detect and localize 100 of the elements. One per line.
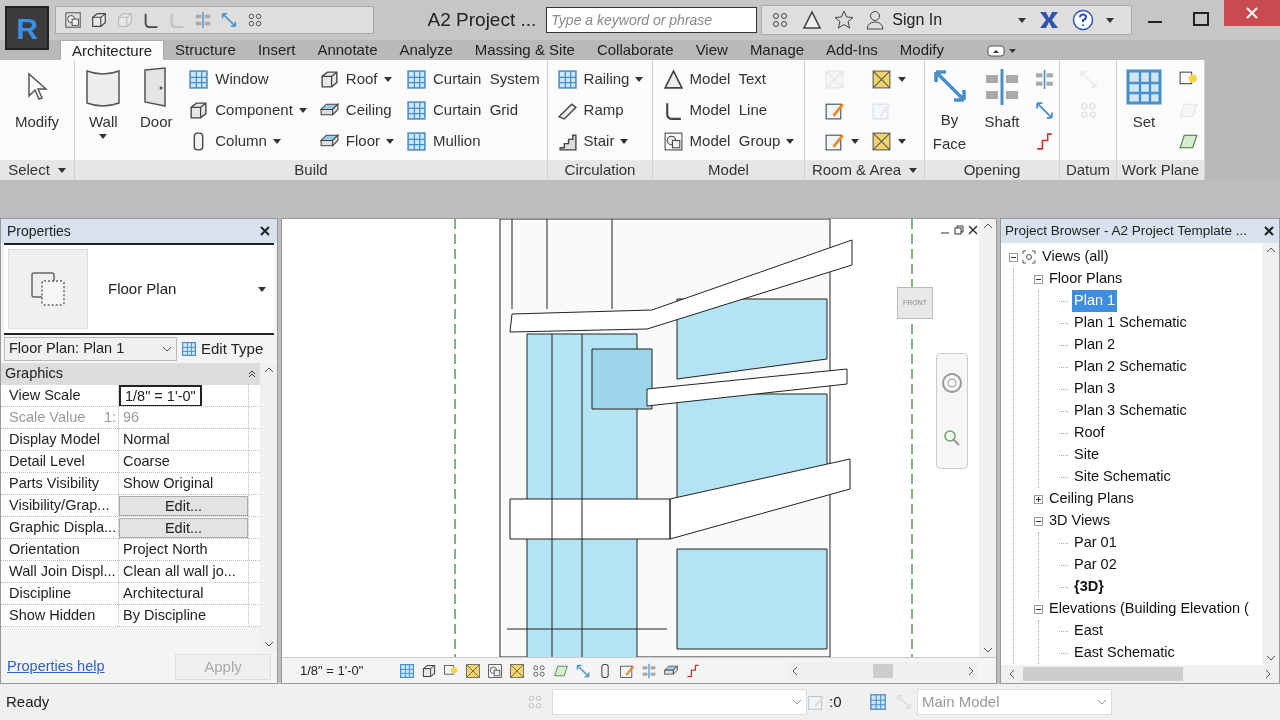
ribbon-tab[interactable]: Manage: [738, 40, 816, 60]
ribbon-tool[interactable]: Curtain Grid: [402, 95, 544, 126]
panel-title[interactable]: Select: [0, 160, 74, 180]
expand-icon[interactable]: [1034, 494, 1043, 504]
scroll-down-icon[interactable]: [1265, 655, 1276, 661]
ribbon-tool[interactable]: Curtain System: [402, 64, 544, 95]
ribbon-tab[interactable]: Add-Ins: [815, 40, 889, 60]
tree-item[interactable]: East: [1072, 620, 1105, 642]
close-icon[interactable]: [259, 225, 271, 237]
panel-title[interactable]: Datum: [1060, 160, 1116, 180]
scrollbar[interactable]: [1001, 665, 1279, 683]
panel-title[interactable]: Model: [653, 160, 804, 180]
scroll-up-icon[interactable]: [982, 223, 993, 229]
edit-type-button[interactable]: Edit Type: [181, 337, 264, 361]
ribbon-tool[interactable]: Floor: [314, 126, 398, 157]
tree-item[interactable]: Plan 1 Schematic: [1072, 312, 1189, 334]
scroll-left-icon[interactable]: [1009, 669, 1015, 679]
tree-item[interactable]: Par 01: [1072, 532, 1119, 554]
ribbon-tool[interactable]: Roof: [314, 64, 398, 95]
ribbon-tab[interactable]: Modify: [888, 40, 955, 60]
scroll-right-icon[interactable]: [968, 665, 974, 676]
tree-item[interactable]: Ceiling Plans: [1047, 488, 1136, 510]
search-field[interactable]: Type a keyword or phrase: [546, 7, 758, 33]
line-icon: [168, 11, 186, 29]
ribbon-tool[interactable]: Model Text: [658, 64, 799, 95]
collapse-icon[interactable]: [1034, 274, 1043, 284]
scrollbar[interactable]: [979, 219, 996, 657]
scrollbar[interactable]: [260, 363, 277, 651]
ribbon-tool[interactable]: Door: [132, 60, 181, 156]
ribbon-tab[interactable]: Collaborate: [585, 40, 685, 60]
ribbon-tool[interactable]: Model Line: [658, 95, 799, 126]
scrollbar[interactable]: [1262, 243, 1279, 665]
scroll-down-icon[interactable]: [263, 641, 274, 647]
ribbon-tab[interactable]: Architecture: [60, 40, 165, 60]
star-icon[interactable]: [834, 10, 855, 30]
panel-title[interactable]: Build: [75, 160, 547, 180]
help-link[interactable]: Properties help: [7, 656, 105, 678]
ribbon-tool[interactable]: Railing: [552, 64, 648, 95]
ribbon-tool[interactable]: Ceiling: [314, 95, 398, 126]
instance-dropdown[interactable]: Floor Plan: Plan 1: [4, 337, 177, 361]
ribbon-tool[interactable]: Ramp: [552, 95, 648, 126]
tree-item[interactable]: Par 02: [1072, 554, 1119, 576]
restore-icon[interactable]: [954, 225, 964, 235]
collapse-icon[interactable]: [1034, 516, 1043, 526]
ribbon-tool[interactable]: Stair: [552, 126, 648, 157]
tree-item[interactable]: Plan 2: [1072, 334, 1118, 356]
scroll-left-icon[interactable]: [792, 665, 798, 676]
exchange-icon[interactable]: [1038, 10, 1061, 30]
caret-icon: [99, 134, 108, 139]
tree-item[interactable]: Plan 3: [1072, 378, 1118, 400]
tree-item[interactable]: {3D}: [1072, 576, 1106, 598]
tree-item[interactable]: Plan 3 Schematic: [1072, 400, 1189, 422]
ribbon-tab[interactable]: Massing & Site: [463, 40, 586, 60]
panel-title[interactable]: Work Plane: [1117, 160, 1204, 180]
edit-button[interactable]: Edit...: [119, 517, 248, 538]
scroll-thumb[interactable]: [873, 663, 893, 678]
panel-title[interactable]: Circulation: [548, 160, 652, 180]
scroll-up-icon[interactable]: [1265, 247, 1276, 253]
collapse-icon[interactable]: [1034, 604, 1043, 614]
tree-item[interactable]: Site Schematic: [1072, 466, 1173, 488]
scrollbar[interactable]: [788, 661, 978, 680]
ribbon-tab[interactable]: View: [684, 40, 739, 60]
ribbon-tool[interactable]: Mullion: [402, 126, 544, 157]
tree-item[interactable]: Roof: [1072, 422, 1107, 444]
ribbon-tab[interactable]: Structure: [164, 40, 247, 60]
ribbon-tool[interactable]: Window: [184, 64, 311, 95]
tree-item[interactable]: 3D Views: [1047, 510, 1112, 532]
property-name: Graphic Displa...: [9, 517, 117, 537]
collapse-icon[interactable]: [1009, 252, 1018, 262]
edit-button[interactable]: Edit...: [119, 495, 248, 516]
ribbon-tool[interactable]: Component: [184, 95, 311, 126]
ribbon-tab[interactable]: Analyze: [388, 40, 464, 60]
ribbon-toggle-icon[interactable]: [987, 45, 1019, 57]
panel-title[interactable]: Opening: [925, 160, 1059, 180]
scroll-thumb[interactable]: [1023, 667, 1183, 681]
scroll-down-icon[interactable]: [982, 647, 993, 653]
ribbon-tab[interactable]: Annotate: [306, 40, 389, 60]
panel-title[interactable]: Room & Area: [805, 160, 924, 180]
tree-item[interactable]: East Schematic: [1072, 642, 1177, 664]
tree-item[interactable]: Views (all): [1040, 246, 1111, 268]
collapse-icon[interactable]: [248, 370, 256, 378]
ribbon-tool[interactable]: Column: [184, 126, 311, 157]
tree-item[interactable]: Floor Plans: [1047, 268, 1125, 290]
ribbon-tool[interactable]: Shaft: [978, 60, 1026, 156]
view-scale[interactable]: 1/8" = 1'-0": [300, 660, 364, 681]
scroll-right-icon[interactable]: [1265, 669, 1271, 679]
ribbon-tab[interactable]: Insert: [246, 40, 307, 60]
close-icon[interactable]: [968, 225, 978, 235]
scroll-up-icon[interactable]: [263, 367, 274, 373]
tree-item[interactable]: Plan 2 Schematic: [1072, 356, 1189, 378]
value-field[interactable]: 1/8" = 1'-0": [119, 385, 202, 406]
type-selector[interactable]: Floor Plan: [4, 243, 274, 335]
close-icon[interactable]: [1263, 225, 1275, 237]
ribbon-tool[interactable]: Wall: [78, 60, 129, 156]
tree-item[interactable]: Elevations (Building Elevation (: [1047, 598, 1251, 620]
navigation-bar[interactable]: [936, 353, 968, 469]
help-icon[interactable]: [1072, 9, 1095, 31]
ribbon-tool[interactable]: By Face: [925, 60, 974, 156]
tree-item[interactable]: Site: [1072, 444, 1101, 466]
ribbon-tool[interactable]: Model Group: [658, 126, 799, 157]
